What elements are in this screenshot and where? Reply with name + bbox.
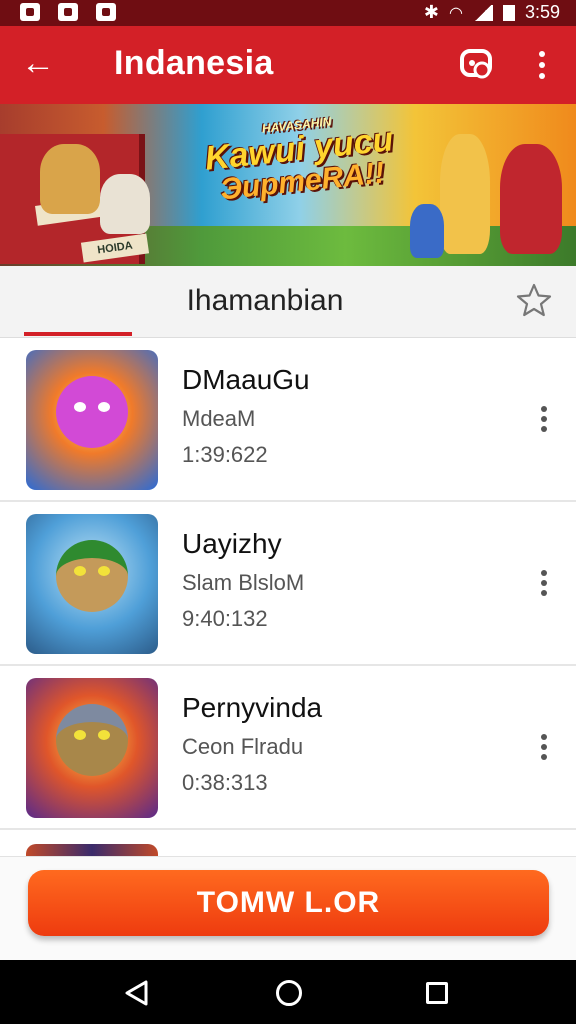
character-eye bbox=[98, 402, 110, 412]
character-eye bbox=[74, 730, 86, 740]
list-item[interactable]: DMaauGu MdeaM 1:39:622 bbox=[0, 338, 576, 502]
promo-banner[interactable]: HOIDA HAVASAHIN Kawui yucu ЭupmeRA!! bbox=[0, 104, 576, 266]
item-subtitle: MdeaM bbox=[182, 406, 256, 431]
thumbnail[interactable] bbox=[26, 350, 158, 490]
notification-icons bbox=[20, 3, 116, 21]
item-duration: 0:38:313 bbox=[182, 770, 268, 795]
banner-character bbox=[500, 144, 562, 254]
thumbnail[interactable] bbox=[26, 514, 158, 654]
system-navigation-bar bbox=[0, 960, 576, 1024]
character-eye bbox=[98, 730, 110, 740]
character-eye bbox=[98, 566, 110, 576]
app-bar: ← Indanesia bbox=[0, 26, 576, 104]
item-subtitle: Ceon Flradu bbox=[182, 734, 304, 759]
chat-search-icon[interactable] bbox=[458, 46, 496, 84]
item-title: Pernyvinda bbox=[182, 692, 323, 723]
video-list: DMaauGu MdeaM 1:39:622 Uayizhy Slam Blsl… bbox=[0, 338, 576, 830]
notification-icon bbox=[20, 3, 40, 21]
system-icons: ✱ ◠ 3:59 bbox=[424, 2, 560, 23]
star-icon[interactable] bbox=[516, 282, 552, 318]
nav-home-icon[interactable] bbox=[276, 980, 302, 1006]
tab-indicator bbox=[24, 332, 132, 336]
nav-back-icon[interactable] bbox=[124, 980, 150, 1006]
page-title: Indanesia bbox=[114, 44, 274, 82]
list-item[interactable]: Pernyvinda Ceon Flradu 0:38:313 bbox=[0, 666, 576, 830]
character-face bbox=[56, 540, 128, 612]
notification-icon bbox=[96, 3, 116, 21]
tab-bar: Ihamanbian bbox=[0, 266, 576, 338]
banner-character bbox=[410, 204, 444, 258]
list-item-partial bbox=[0, 838, 576, 858]
item-more-icon[interactable] bbox=[532, 404, 556, 434]
character-face bbox=[56, 704, 128, 776]
banner-character bbox=[40, 144, 100, 214]
item-more-icon[interactable] bbox=[532, 568, 556, 598]
status-bar: ✱ ◠ 3:59 bbox=[0, 0, 576, 26]
banner-character bbox=[100, 174, 150, 234]
signal-icon bbox=[472, 4, 493, 21]
nav-recents-icon[interactable] bbox=[426, 982, 448, 1004]
thumbnail[interactable] bbox=[26, 678, 158, 818]
character-eye bbox=[74, 566, 86, 576]
primary-action-button[interactable]: TOMW L.OR bbox=[28, 870, 549, 936]
item-subtitle: Slam BlsloM bbox=[182, 570, 305, 595]
wifi-icon: ◠ bbox=[448, 4, 463, 22]
bottom-action-area: TOMW L.OR bbox=[0, 856, 576, 960]
list-item[interactable]: Uayizhy Slam BlsloM 9:40:132 bbox=[0, 502, 576, 666]
back-arrow-icon[interactable]: ← bbox=[18, 44, 58, 84]
overflow-menu-icon[interactable] bbox=[528, 46, 556, 84]
tab-label[interactable]: Ihamanbian bbox=[0, 284, 530, 318]
battery-icon bbox=[502, 4, 515, 21]
notification-icon bbox=[58, 3, 78, 21]
character-eye bbox=[74, 402, 86, 412]
clock: 3:59 bbox=[524, 2, 560, 22]
item-duration: 9:40:132 bbox=[182, 606, 268, 631]
item-more-icon[interactable] bbox=[532, 732, 556, 762]
banner-character bbox=[440, 134, 490, 254]
item-duration: 1:39:622 bbox=[182, 442, 268, 467]
bluetooth-icon: ✱ bbox=[423, 2, 439, 22]
character-face bbox=[56, 376, 128, 448]
banner-title: HAVASAHIN Kawui yucu ЭupmeRA!! bbox=[203, 114, 395, 207]
item-title: DMaauGu bbox=[182, 364, 310, 395]
item-title: Uayizhy bbox=[182, 528, 282, 559]
